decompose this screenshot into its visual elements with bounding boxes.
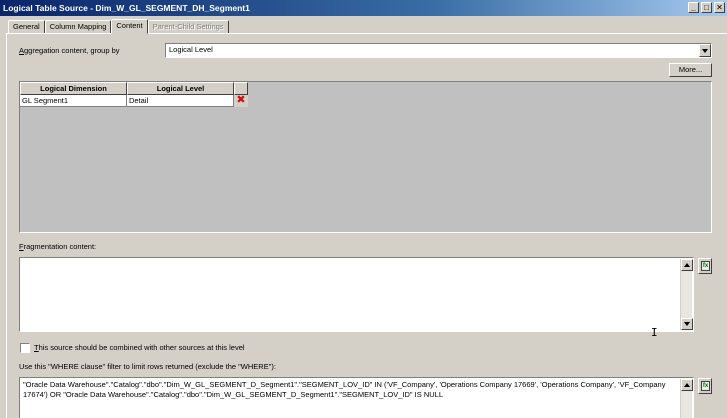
logical-levels-grid: Logical Dimension Logical Level GL Segme… [19,81,712,233]
where-clause-textarea[interactable]: "Oracle Data Warehouse"."Catalog"."dbo".… [19,377,694,418]
text-cursor-icon: I [651,326,658,339]
combine-sources-checkbox[interactable] [20,343,30,353]
scroll-down-button[interactable] [681,318,693,330]
window-controls: _ □ ✕ [688,2,725,13]
aggregation-group-by-select[interactable]: Logical Level [165,43,712,58]
fragmentation-label: Fragmentation content: [19,242,97,251]
minimize-button[interactable]: _ [688,2,699,13]
column-header-logical-level[interactable]: Logical Level [127,82,234,95]
tab-parent-child-settings: Parent-Child Settings [147,20,229,34]
fragmentation-expression-builder-button[interactable]: fx [698,258,712,274]
tab-content[interactable]: Content [111,19,148,34]
where-expression-builder-button[interactable]: fx [698,378,712,394]
tab-general[interactable]: General [8,20,45,34]
combine-sources-label: This source should be combined with othe… [34,343,245,352]
column-header-logical-dimension[interactable]: Logical Dimension [20,82,127,95]
cell-logical-level[interactable]: Detail [127,95,234,107]
aggregation-label: Aggregation content, group by [19,46,120,55]
expression-builder-icon: fx [701,381,710,391]
maximize-button[interactable]: □ [701,2,712,13]
window-title: Logical Table Source - Dim_W_GL_SEGMENT_… [3,3,250,13]
expression-builder-icon: fx [701,261,710,271]
fragmentation-scrollbar[interactable] [680,259,693,330]
scroll-up-button[interactable] [681,259,693,271]
where-clause-label: Use this "WHERE clause" filter to limit … [19,362,276,371]
chevron-up-icon [684,383,690,387]
window-titlebar: Logical Table Source - Dim_W_GL_SEGMENT_… [0,0,727,16]
aggregation-selected-value: Logical Level [169,45,213,54]
more-button[interactable]: More... [669,63,712,77]
tab-column-mapping[interactable]: Column Mapping [44,20,112,34]
scroll-up-button[interactable] [681,379,693,391]
delete-row-icon[interactable]: ✖ [234,95,248,107]
chevron-down-icon [702,49,708,53]
fragmentation-content-textarea[interactable] [19,257,694,332]
dropdown-button[interactable] [699,44,711,57]
tab-strip: General Column Mapping Content Parent-Ch… [8,19,229,34]
cell-logical-dimension[interactable]: GL Segment1 [20,95,127,107]
where-clause-scrollbar[interactable] [680,379,693,418]
close-button[interactable]: ✕ [714,2,725,13]
chevron-down-icon [684,322,690,326]
chevron-up-icon [684,263,690,267]
